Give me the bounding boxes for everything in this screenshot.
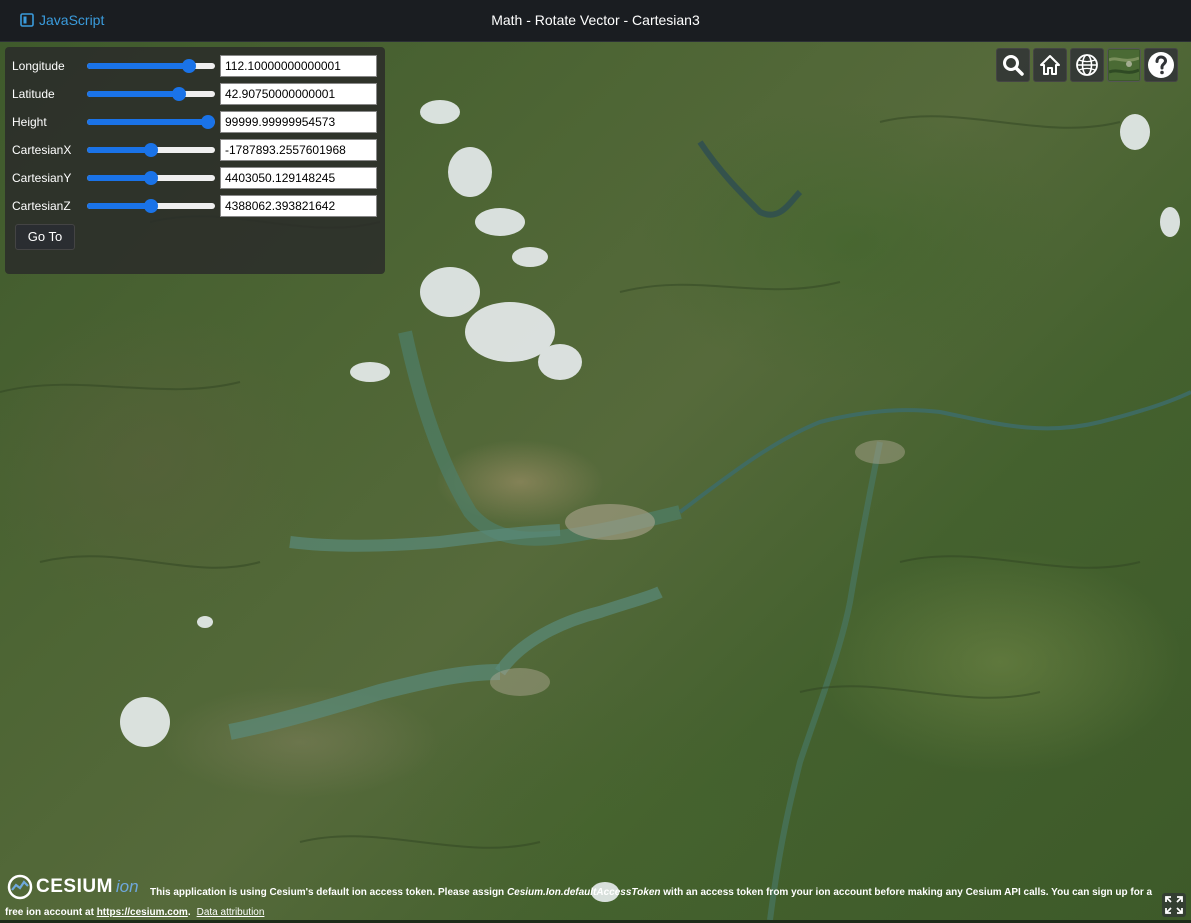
slider-fill — [87, 203, 151, 209]
height-input[interactable]: 99999.99999954573 — [220, 111, 377, 133]
slider-fill — [87, 63, 190, 69]
cartesian-x-slider[interactable] — [87, 143, 215, 157]
row-cartesian-x: CartesianX -1787893.2557601968 — [5, 139, 385, 161]
slider-thumb[interactable] — [144, 171, 158, 185]
search-icon — [1003, 55, 1024, 76]
home-icon — [1040, 55, 1060, 75]
credit-token-name: Cesium.Ion.defaultAccessToken — [506, 887, 661, 898]
globe-icon — [1076, 54, 1098, 76]
app-header: JavaScript Math - Rotate Vector - Cartes… — [0, 0, 1191, 42]
height-label: Height — [12, 115, 47, 129]
slider-fill — [87, 147, 151, 153]
fullscreen-icon — [1165, 896, 1183, 914]
slider-fill — [87, 175, 151, 181]
cartesian-y-input[interactable]: 4403050.129148245 — [220, 167, 377, 189]
slider-thumb[interactable] — [144, 143, 158, 157]
row-longitude: Longitude 112.10000000000001 — [5, 55, 385, 77]
imagery-picker-icon — [1109, 50, 1139, 80]
row-height: Height 99999.99999954573 — [5, 111, 385, 133]
slider-thumb[interactable] — [144, 199, 158, 213]
home-button[interactable] — [1033, 48, 1067, 82]
control-panel: Longitude 112.10000000000001 Latitude 42… — [5, 47, 385, 274]
credit-text-start: This application is using Cesium's defau… — [150, 887, 507, 898]
slider-fill — [87, 119, 208, 125]
cartesian-z-label: CartesianZ — [12, 199, 71, 213]
go-to-button[interactable]: Go To — [15, 224, 75, 250]
row-cartesian-y: CartesianY 4403050.129148245 — [5, 167, 385, 189]
latitude-slider[interactable] — [87, 87, 215, 101]
row-cartesian-z: CartesianZ 4388062.393821642 — [5, 195, 385, 217]
page-title: Math - Rotate Vector - Cartesian3 — [491, 12, 700, 28]
cartesian-x-input[interactable]: -1787893.2557601968 — [220, 139, 377, 161]
credits-area: CESIUM ion This application is using Cesi… — [5, 871, 1165, 919]
base-layer-picker-button[interactable] — [1107, 48, 1141, 82]
cartesian-z-input[interactable]: 4388062.393821642 — [220, 195, 377, 217]
cartesian-y-slider[interactable] — [87, 171, 215, 185]
geocoder-button[interactable] — [996, 48, 1030, 82]
fullscreen-button[interactable] — [1162, 893, 1186, 917]
help-button[interactable] — [1144, 48, 1178, 82]
slider-thumb[interactable] — [182, 59, 197, 73]
scene-mode-button[interactable] — [1070, 48, 1104, 82]
longitude-slider[interactable] — [87, 59, 215, 73]
cesium-link[interactable]: https://cesium.com — [97, 907, 188, 918]
height-slider[interactable] — [87, 115, 215, 129]
credit-message: This application is using Cesium's defau… — [5, 883, 1165, 923]
cartesian-z-slider[interactable] — [87, 199, 215, 213]
slider-thumb[interactable] — [201, 115, 215, 129]
cartesian-x-label: CartesianX — [12, 143, 72, 157]
longitude-input[interactable]: 112.10000000000001 — [220, 55, 377, 77]
slider-fill — [87, 91, 180, 97]
help-icon — [1148, 52, 1174, 78]
map-toolbar — [996, 48, 1178, 82]
credit-period: . — [187, 907, 191, 918]
longitude-label: Longitude — [12, 59, 65, 73]
slider-thumb[interactable] — [172, 87, 187, 101]
row-latitude: Latitude 42.90750000000001 — [5, 83, 385, 105]
latitude-input[interactable]: 42.90750000000001 — [220, 83, 377, 105]
cartesian-y-label: CartesianY — [12, 171, 72, 185]
latitude-label: Latitude — [12, 87, 55, 101]
data-attribution-link[interactable]: Data attribution — [197, 907, 265, 918]
